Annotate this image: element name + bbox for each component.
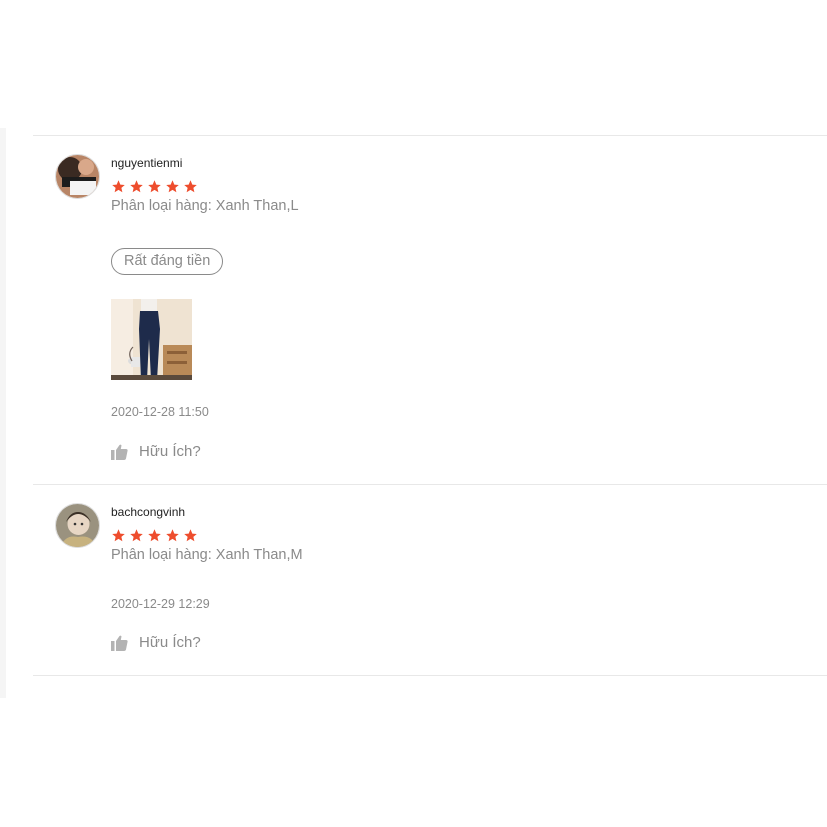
username: bachcongvinh bbox=[111, 505, 186, 519]
star-icon bbox=[148, 180, 161, 193]
variation-text: Phân loại hàng: Xanh Than,M bbox=[111, 547, 303, 563]
review-timestamp: 2020-12-28 11:50 bbox=[111, 405, 209, 419]
helpful-button[interactable]: Hữu Ích? bbox=[111, 443, 201, 460]
star-icon bbox=[166, 529, 179, 542]
thumbs-up-icon bbox=[111, 635, 128, 651]
review-photo[interactable] bbox=[111, 299, 192, 380]
username: nguyentienmi bbox=[111, 156, 183, 170]
avatar[interactable] bbox=[55, 154, 100, 199]
avatar[interactable] bbox=[55, 503, 100, 548]
rating-stars bbox=[111, 528, 198, 543]
star-icon bbox=[130, 529, 143, 542]
divider bbox=[33, 675, 827, 676]
star-icon bbox=[148, 529, 161, 542]
left-panel-edge bbox=[0, 128, 6, 698]
star-icon bbox=[112, 180, 125, 193]
review-timestamp: 2020-12-29 12:29 bbox=[111, 597, 210, 611]
divider bbox=[33, 484, 827, 485]
rating-stars bbox=[111, 179, 198, 194]
star-icon bbox=[166, 180, 179, 193]
review-tag[interactable]: Rất đáng tiền bbox=[111, 248, 224, 275]
helpful-button[interactable]: Hữu Ích? bbox=[111, 634, 201, 651]
star-icon bbox=[184, 180, 197, 193]
divider bbox=[33, 135, 827, 136]
variation-text: Phân loại hàng: Xanh Than,L bbox=[111, 198, 299, 214]
helpful-label: Hữu Ích? bbox=[139, 634, 201, 651]
star-icon bbox=[112, 529, 125, 542]
star-icon bbox=[184, 529, 197, 542]
star-icon bbox=[130, 180, 143, 193]
thumbs-up-icon bbox=[111, 444, 128, 460]
helpful-label: Hữu Ích? bbox=[139, 443, 201, 460]
